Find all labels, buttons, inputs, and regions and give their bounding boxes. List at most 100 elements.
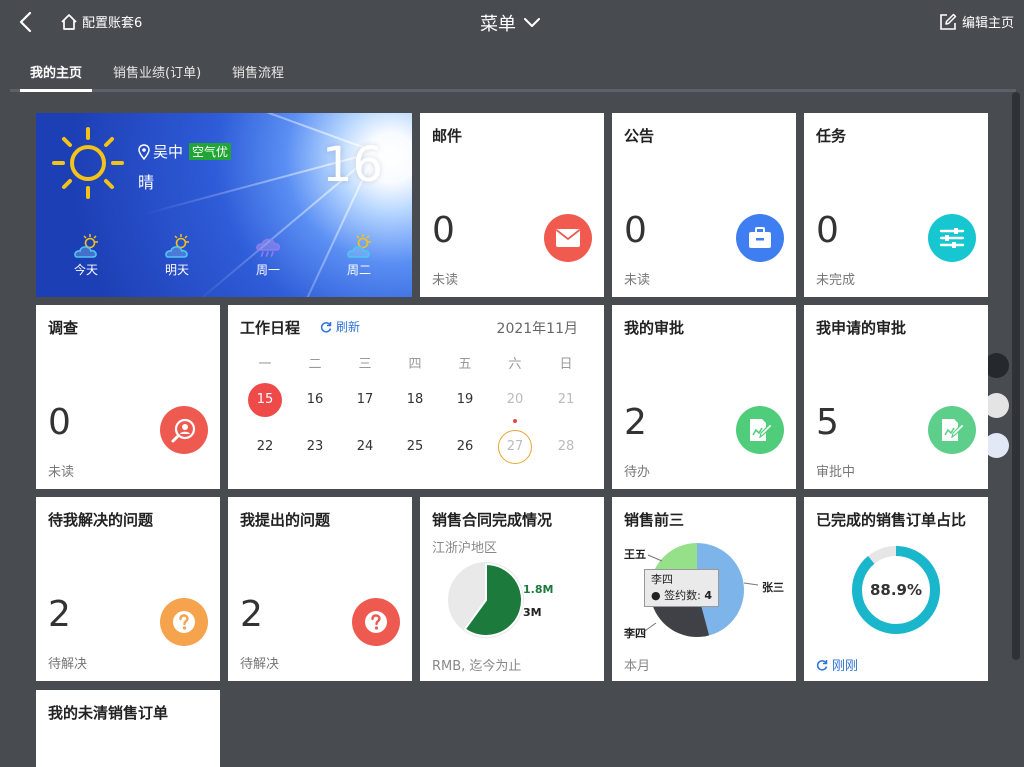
weekday-label: 日 [559,357,573,372]
home-account-label: 配置账套6 [82,16,143,31]
rain-icon [256,238,280,257]
top3-sales-card[interactable]: 销售前三 张三 李四 王五 李四 ● 签约数: 4 本月 [612,497,796,681]
forecast-day-label: 周二 [346,263,371,277]
location-name: 吴中 [153,143,184,161]
card-title: 任务 [816,127,847,145]
tooltip-series: 签约数: [664,589,701,602]
edit-document-icon [942,419,965,441]
partly-cloudy-icon [74,234,98,258]
weekday-label: 二 [308,357,322,372]
card-subtitle: 未读 [624,273,651,288]
completion-ring-chart: 88.9% [852,546,940,634]
survey-card[interactable]: 调查 0 未读 [36,305,220,489]
edit-icon [940,13,957,30]
card-title: 我的审批 [624,319,685,337]
mail-card[interactable]: 邮件 0 未读 [420,113,604,297]
sliders-icon [939,228,965,248]
notice-unread-count: 0 [624,210,647,251]
calendar-day[interactable]: 20 [498,383,532,417]
pie-data-label: 1.8M [523,583,553,596]
completed-refresh-button[interactable]: 刚刚 [816,655,858,674]
notice-icon-button[interactable] [736,214,784,262]
calendar-day[interactable]: 28 [549,430,583,464]
card-subtitle: 待办 [624,465,651,480]
forecast-day[interactable]: 明天 [154,233,200,278]
weather-widget[interactable]: 吴中 空气优 晴 16 °C 今天 明天 周一 周二 [36,113,412,297]
scrollbar-thumb[interactable] [1012,92,1020,660]
task-card[interactable]: 任务 0 未完成 [804,113,988,297]
weekday-label: 五 [458,357,472,372]
my-issues-card[interactable]: 我提出的问题 2 待解决 [228,497,412,681]
calendar-day[interactable]: 24 [348,430,382,464]
survey-unread-count: 0 [48,402,71,443]
task-icon-button[interactable] [928,214,976,262]
menu-dropdown[interactable]: 菜单 [480,10,540,36]
my-request-card[interactable]: 我申请的审批 5 审批中 [804,305,988,489]
calendar-day[interactable]: 19 [448,383,482,417]
forecast-day-label: 今天 [73,263,98,277]
forecast-day[interactable]: 周一 [245,233,291,278]
pending-issues-icon-button[interactable] [160,598,208,646]
tooltip-row: ● 签约数: 4 [651,589,712,602]
calendar-day-selected[interactable]: 27 [498,430,532,464]
calendar-refresh-button[interactable]: 刷新 [320,318,360,335]
forecast-day[interactable]: 周二 [336,233,382,278]
question-icon [365,611,387,633]
refresh-icon [816,659,828,671]
chevron-down-icon [524,18,540,27]
calendar-day[interactable]: 18 [398,383,432,417]
calendar-title: 工作日程 [240,319,301,337]
pie-category-label: 王五 [624,548,646,561]
air-quality-badge: 空气优 [189,143,232,160]
edit-homepage-button[interactable]: 编辑主页 [939,12,1014,31]
calendar-day[interactable]: 16 [298,383,332,417]
card-title: 我提出的问题 [240,511,331,529]
briefcase-icon [749,227,771,248]
calendar-month: 2021年11月 [496,321,578,337]
completed-orders-card[interactable]: 已完成的销售订单占比 88.9% 刚刚 [804,497,988,681]
forecast-day[interactable]: 今天 [63,233,109,278]
card-subtitle: 未读 [48,465,75,480]
my-approval-card[interactable]: 我的审批 2 待办 [612,305,796,489]
tab-sales-performance[interactable]: 销售业绩(订单) [113,62,201,92]
weather-location: 吴中 空气优 [138,141,232,162]
calendar-day[interactable]: 17 [348,383,382,417]
request-icon-button[interactable] [928,406,976,454]
calendar-day[interactable]: 23 [298,430,332,464]
my-issues-icon-button[interactable] [352,598,400,646]
location-pin-icon [138,143,150,160]
calendar-day[interactable]: 26 [448,430,482,464]
pending-issues-count: 2 [48,594,71,635]
contract-completion-card[interactable]: 销售合同完成情况 江浙沪地区 1.8M 3M RMB, 迄今为止 [420,497,604,681]
weather-condition: 晴 [138,173,155,192]
notice-card[interactable]: 公告 0 未读 [612,113,796,297]
card-title: 待我解决的问题 [48,511,154,529]
weekday-label: 三 [358,357,372,372]
approval-todo-count: 2 [624,402,647,443]
home-account-button[interactable]: 配置账套6 [60,12,142,31]
card-title: 邮件 [432,127,463,145]
menu-label: 菜单 [480,14,516,35]
chart-tooltip: 李四 ● 签约数: 4 [644,569,719,607]
approval-icon-button[interactable] [736,406,784,454]
schedule-calendar-card: 工作日程 刷新 2021年11月 一 二 三 四 五 六 日 15 16 17 … [228,305,604,489]
back-arrow-icon[interactable] [16,11,36,33]
forecast-day-label: 明天 [164,263,189,277]
unsettled-orders-card[interactable]: 我的未清销售订单 [36,690,220,767]
tab-my-homepage[interactable]: 我的主页 [20,62,93,92]
mail-icon-button[interactable] [544,214,592,262]
calendar-day[interactable]: 25 [398,430,432,464]
event-marker-dot [513,419,517,423]
calendar-day-today[interactable]: 15 [248,383,282,417]
card-subtitle: 待解决 [240,657,280,672]
tab-sales-process[interactable]: 销售流程 [232,62,284,92]
weather-temperature: 16 [322,137,384,193]
weekday-label: 六 [508,357,522,372]
survey-icon-button[interactable] [160,406,208,454]
calendar-day[interactable]: 21 [549,383,583,417]
ring-value-label: 88.9% [870,581,922,599]
tab-label: 销售流程 [232,66,285,81]
calendar-day[interactable]: 22 [248,430,282,464]
pending-issues-card[interactable]: 待我解决的问题 2 待解决 [36,497,220,681]
task-pending-count: 0 [816,210,839,251]
